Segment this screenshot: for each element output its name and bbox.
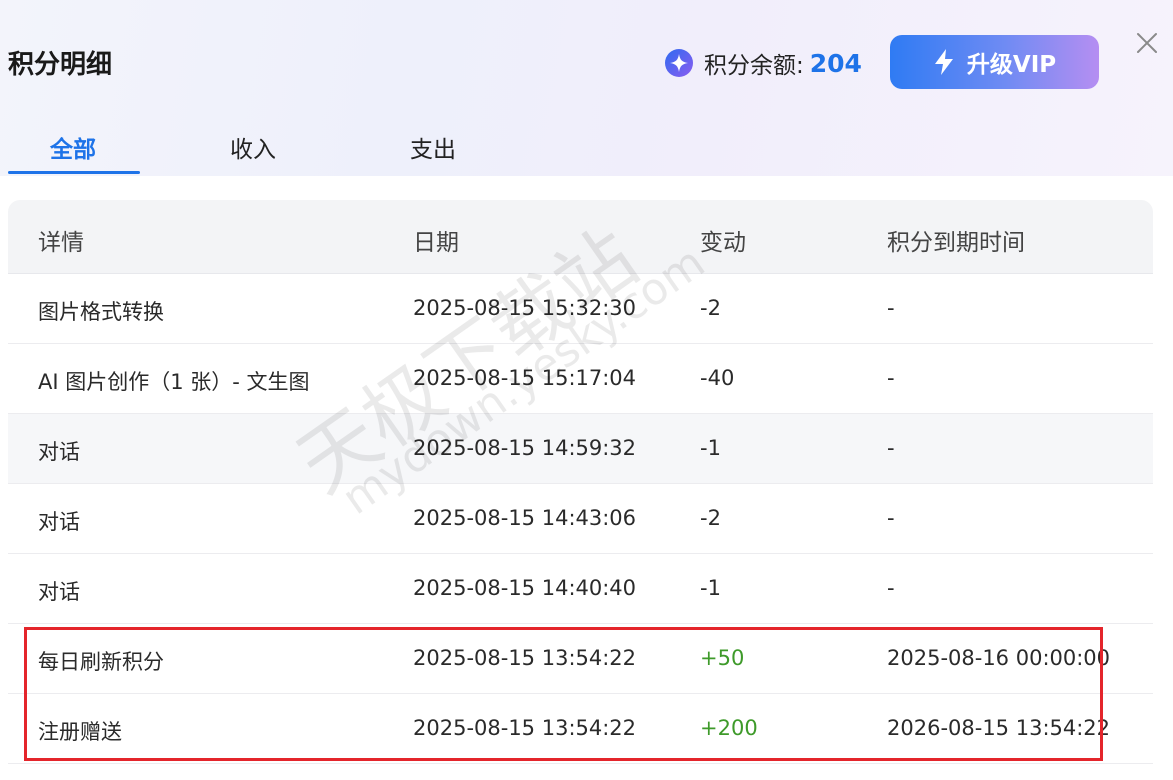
balance-value: 204 xyxy=(809,48,862,78)
table-row: AI 图片创作（1 张）- 文生图 2025-08-15 15:17:04 -4… xyxy=(8,344,1153,414)
row-date: 2025-08-15 14:59:32 xyxy=(413,436,637,460)
points-balance: 积分余额: 204 xyxy=(664,46,862,80)
row-change: -1 xyxy=(700,436,721,460)
row-expiry: - xyxy=(887,296,895,320)
row-change: -40 xyxy=(700,366,735,390)
row-detail: 对话 xyxy=(38,510,80,534)
row-detail: 图片格式转换 xyxy=(38,300,164,324)
tab-bar: 全部 收入 支出 xyxy=(8,118,1168,176)
row-expiry: - xyxy=(887,576,895,600)
table-header: 详情 日期 变动 积分到期时间 xyxy=(8,200,1153,274)
row-change: +200 xyxy=(700,716,758,740)
row-date: 2025-08-15 15:17:04 xyxy=(413,366,637,390)
upgrade-vip-label: 升级VIP xyxy=(966,52,1057,78)
balance-label: 积分余额: xyxy=(704,53,804,79)
lightning-bolt-icon xyxy=(933,48,955,76)
row-change: -2 xyxy=(700,296,721,320)
column-header-date: 日期 xyxy=(413,230,459,256)
column-header-detail: 详情 xyxy=(38,230,84,256)
row-date: 2025-08-15 13:54:22 xyxy=(413,646,637,670)
row-expiry: - xyxy=(887,506,895,530)
row-detail: 对话 xyxy=(38,580,80,604)
row-date: 2025-08-15 15:32:30 xyxy=(413,296,637,320)
close-icon[interactable] xyxy=(1134,30,1160,56)
row-expiry: - xyxy=(887,436,895,460)
row-detail: 注册赠送 xyxy=(38,720,122,744)
row-expiry: 2025-08-16 00:00:00 xyxy=(887,646,1111,670)
points-table: 详情 日期 变动 积分到期时间 图片格式转换 2025-08-15 15:32:… xyxy=(8,200,1153,764)
column-header-expiry: 积分到期时间 xyxy=(887,230,1025,256)
table-row: 图片格式转换 2025-08-15 15:32:30 -2 - xyxy=(8,274,1153,344)
table-row: 对话 2025-08-15 14:43:06 -2 - xyxy=(8,484,1153,554)
table-row: 每日刷新积分 2025-08-15 13:54:22 +50 2025-08-1… xyxy=(8,624,1153,694)
upgrade-vip-button[interactable]: 升级VIP xyxy=(890,35,1099,89)
tab-all[interactable]: 全部 xyxy=(50,130,96,164)
row-detail: AI 图片创作（1 张）- 文生图 xyxy=(38,370,310,394)
row-expiry: 2026-08-15 13:54:22 xyxy=(887,716,1111,740)
tab-expense[interactable]: 支出 xyxy=(410,130,456,164)
active-tab-indicator xyxy=(8,171,140,174)
row-change: -1 xyxy=(700,576,721,600)
column-header-change: 变动 xyxy=(700,230,746,256)
sparkle-star-icon xyxy=(664,48,694,78)
tab-income[interactable]: 收入 xyxy=(230,130,276,164)
row-detail: 对话 xyxy=(38,440,80,464)
row-expiry: - xyxy=(887,366,895,390)
row-date: 2025-08-15 14:43:06 xyxy=(413,506,637,530)
table-row: 对话 2025-08-15 14:59:32 -1 - xyxy=(8,414,1153,484)
row-date: 2025-08-15 13:54:22 xyxy=(413,716,637,740)
row-date: 2025-08-15 14:40:40 xyxy=(413,576,637,600)
row-change: -2 xyxy=(700,506,721,530)
row-change: +50 xyxy=(700,646,745,670)
row-detail: 每日刷新积分 xyxy=(38,650,164,674)
table-row: 对话 2025-08-15 14:40:40 -1 - xyxy=(8,554,1153,624)
table-row: 注册赠送 2025-08-15 13:54:22 +200 2026-08-15… xyxy=(8,694,1153,764)
page-title: 积分明细 xyxy=(8,50,113,80)
